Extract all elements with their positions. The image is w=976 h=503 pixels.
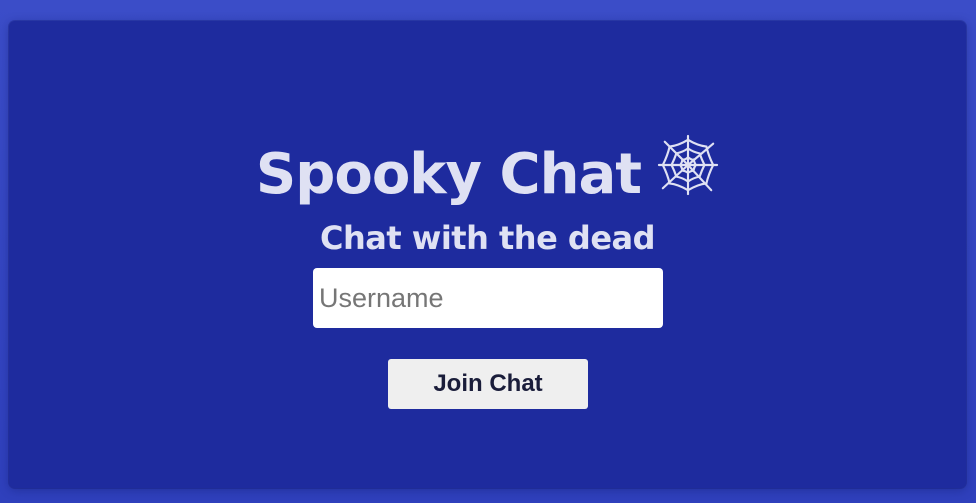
- join-chat-button[interactable]: Join Chat: [388, 359, 588, 409]
- app-title: Spooky Chat: [255, 142, 642, 207]
- username-input[interactable]: [313, 268, 663, 328]
- subtitle: Chat with the dead: [319, 219, 656, 257]
- login-card: Spooky Chat Chat with the dead Username …: [9, 21, 966, 488]
- spider-web-icon: [657, 134, 719, 196]
- title-row: Spooky Chat: [9, 129, 966, 213]
